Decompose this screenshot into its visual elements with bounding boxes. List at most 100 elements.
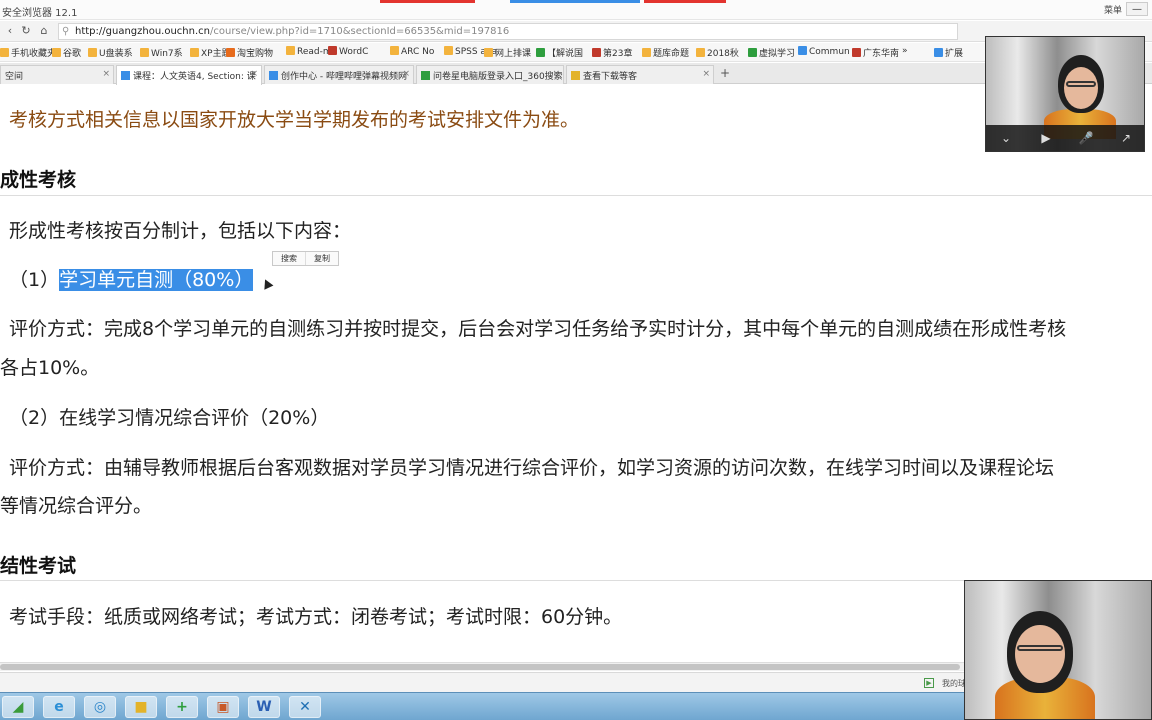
folder-icon[interactable]: ■ xyxy=(125,696,157,718)
item1-line: （1）学习单元自测（80%） xyxy=(9,265,254,292)
title-accent-1 xyxy=(380,0,475,3)
bookmark-item[interactable]: 广东华南 xyxy=(852,46,899,59)
item1-selected-text[interactable]: 学习单元自测（80%） xyxy=(59,269,254,291)
url-path: /course/view.php?id=1710&sectionId=66535… xyxy=(210,26,510,37)
word-icon[interactable]: W xyxy=(248,696,280,718)
section-heading-final: 结性考试 xyxy=(0,555,77,577)
bookmark-label: 【解说国 xyxy=(547,49,584,59)
bookmark-item[interactable]: Commun xyxy=(798,46,850,57)
bookmark-icon xyxy=(52,48,61,57)
tab-close-icon[interactable]: × xyxy=(250,69,258,79)
bookmark-icon xyxy=(642,48,651,57)
item1-prefix: （1） xyxy=(9,269,60,291)
bookmark-icon xyxy=(328,46,337,55)
plus-app-icon[interactable]: + xyxy=(166,696,198,718)
xmind-icon[interactable]: ✕ xyxy=(289,696,321,718)
reload-icon[interactable]: ↻ xyxy=(18,24,34,38)
bookmark-item[interactable]: 扩展 xyxy=(934,46,963,59)
presenter-glasses xyxy=(1017,645,1063,651)
page-icon: ⚲ xyxy=(62,26,70,37)
browser-tab[interactable]: 查看下载等客 × xyxy=(566,65,714,84)
ie-icon[interactable]: e xyxy=(43,696,75,718)
scrollbar-thumb[interactable] xyxy=(0,664,960,670)
webcam-overlay-top: ⌄ ▶ 🎤 ↗ xyxy=(985,36,1145,152)
bookmark-item[interactable]: 第23章 xyxy=(592,46,632,59)
presenter-face xyxy=(1015,625,1065,683)
play-icon[interactable]: ▶ xyxy=(924,678,934,688)
popup-copy-button[interactable]: 复制 xyxy=(306,252,338,265)
bookmark-label: Commun xyxy=(809,47,850,57)
browser-tab[interactable]: 空间 × xyxy=(0,65,114,84)
bookmark-item[interactable]: 手机收藏夹 xyxy=(0,46,56,59)
section-heading-formative: 成性考核 xyxy=(0,169,77,191)
bookmark-item[interactable]: 虚拟学习 xyxy=(748,46,795,59)
camera-icon[interactable]: ▶ xyxy=(1038,130,1054,146)
browser-360-icon[interactable]: ◎ xyxy=(84,696,116,718)
bookmark-item[interactable]: » xyxy=(902,46,908,56)
bookmark-icon xyxy=(88,48,97,57)
bookmark-item[interactable]: 谷歌 xyxy=(52,46,81,59)
title-accent-3 xyxy=(644,0,726,3)
expand-icon[interactable]: ↗ xyxy=(1118,130,1134,146)
bookmark-label: 广东华南 xyxy=(863,49,900,59)
tab-label: 创作中心 - 哔哩哔哩弹幕视频网 xyxy=(281,72,407,82)
bookmark-label: 2018秋 xyxy=(707,49,739,59)
address-bar: ‹ ↻ ⌂ ⚲ http://guangzhou.ouchn.cn/course… xyxy=(0,21,1152,42)
bookmark-label: 谷歌 xyxy=(63,49,82,59)
popup-search-button[interactable]: 搜索 xyxy=(273,252,306,265)
bookmark-icon xyxy=(286,46,295,55)
bookmark-item[interactable]: ARC No xyxy=(390,46,434,57)
bookmark-item[interactable]: Read-m xyxy=(286,46,332,57)
bookmark-icon xyxy=(0,48,9,57)
bookmark-label: U盘装系 xyxy=(99,49,133,59)
bookmark-label: 虚拟学习 xyxy=(759,49,796,59)
start-button[interactable]: ◢ xyxy=(2,696,34,718)
bookmark-label: ARC No xyxy=(401,47,435,57)
url-input[interactable]: ⚲ http://guangzhou.ouchn.cn/course/view.… xyxy=(58,23,958,40)
bookmark-label: 手机收藏夹 xyxy=(11,49,57,59)
bookmark-item[interactable]: WordC xyxy=(328,46,368,57)
tab-close-icon[interactable]: × xyxy=(402,69,410,79)
collapse-icon[interactable]: ⌄ xyxy=(998,130,1014,146)
formative-intro: 形成性考核按百分制计，包括以下内容： xyxy=(9,220,352,242)
tab-close-icon[interactable]: × xyxy=(102,69,110,79)
browser-tab[interactable]: 问卷星电脑版登录入口_360搜索 × xyxy=(416,65,564,84)
browser-tab[interactable]: 创作中心 - 哔哩哔哩弹幕视频网 × xyxy=(264,65,414,84)
tab-strip: + 空间 × 课程：人文英语4, Section: 课 × 创作中心 - 哔哩哔哩弹幕视… xyxy=(0,63,1152,85)
tab-close-icon[interactable]: × xyxy=(552,69,560,79)
menu-button[interactable]: 菜单 xyxy=(1104,3,1122,16)
bookmarks-bar: 手机收藏夹 谷歌 U盘装系 Win7系 XP主题 淘宝购物 Read-m WordC ARC N… xyxy=(0,43,1152,62)
bookmark-item[interactable]: 网上排课 xyxy=(484,46,531,59)
microphone-icon[interactable]: 🎤 xyxy=(1078,130,1094,146)
tab-favicon xyxy=(269,71,278,80)
exam-notice: 考核方式相关信息以国家开放大学当学期发布的考试安排文件为准。 xyxy=(9,109,580,131)
bookmark-label: 题库命题 xyxy=(653,49,690,59)
bookmark-label: 淘宝购物 xyxy=(237,49,274,59)
horizontal-scrollbar[interactable] xyxy=(0,662,965,671)
new-tab-button[interactable]: + xyxy=(717,66,733,82)
tab-favicon xyxy=(121,71,130,80)
item1-eval-line2: 各占10%。 xyxy=(0,357,100,379)
bookmark-label: 网上排课 xyxy=(495,49,532,59)
back-icon[interactable]: ‹ xyxy=(2,24,18,38)
bookmark-item[interactable]: U盘装系 xyxy=(88,46,133,59)
bookmark-item[interactable]: 题库命题 xyxy=(642,46,689,59)
tab-label: 空间 xyxy=(5,72,24,82)
home-icon[interactable]: ⌂ xyxy=(36,24,52,38)
item2-line: （2）在线学习情况综合评价（20%） xyxy=(9,407,330,429)
tab-favicon xyxy=(571,71,580,80)
bookmark-item[interactable]: Win7系 xyxy=(140,46,183,59)
bookmark-item[interactable]: XP主题 xyxy=(190,46,231,59)
tab-close-icon[interactable]: × xyxy=(702,69,710,79)
minimize-button[interactable]: — xyxy=(1126,2,1148,16)
media-icon[interactable]: ▣ xyxy=(207,696,239,718)
bookmark-icon xyxy=(140,48,149,57)
bookmark-item[interactable]: 【解说国 xyxy=(536,46,583,59)
bookmark-label: 第23章 xyxy=(603,49,633,59)
bookmark-item[interactable]: 淘宝购物 xyxy=(226,46,273,59)
tab-label: 问卷星电脑版登录入口_360搜索 xyxy=(433,72,563,82)
status-text: 我的球 xyxy=(942,679,966,688)
bookmark-item[interactable]: 2018秋 xyxy=(696,46,739,59)
page-content: 考核方式相关信息以国家开放大学当学期发布的考试安排文件为准。 成性考核 形成性考… xyxy=(0,85,1152,665)
browser-tab[interactable]: 课程：人文英语4, Section: 课 × xyxy=(116,65,262,85)
